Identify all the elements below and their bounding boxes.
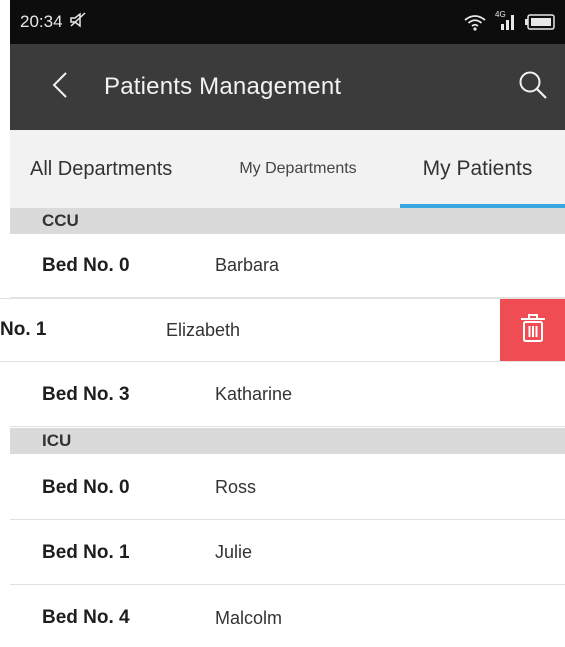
status-bar: 20:34 4G (10, 0, 565, 44)
patient-name: Barbara (215, 255, 280, 275)
department-name: ICU (42, 431, 72, 450)
section-header-ccu: CCU (10, 208, 565, 234)
patient-name: Elizabeth (166, 319, 241, 340)
tab-my-patients[interactable]: My Patients (390, 130, 565, 208)
status-left: 20:34 (20, 11, 87, 34)
network-type-label: 4G (495, 10, 506, 19)
department-name: CCU (42, 211, 79, 230)
bed-number: No. 1 (0, 319, 47, 340)
tab-my-departments[interactable]: My Departments (206, 130, 390, 208)
tab-label: My Patients (422, 157, 533, 180)
patient-row-swiped[interactable]: No. 1 Elizabeth (0, 298, 565, 362)
tab-label: My Departments (239, 160, 357, 177)
patient-name: Malcolm (215, 607, 283, 628)
mute-icon (69, 11, 87, 34)
back-arrow-icon (52, 71, 68, 104)
tab-label: All Departments (30, 157, 173, 180)
patient-row[interactable]: Bed No. 4 Malcolm (10, 586, 565, 647)
search-button[interactable] (501, 44, 565, 130)
trash-icon (520, 313, 546, 348)
bed-number: Bed No. 3 (42, 383, 130, 405)
status-time: 20:34 (20, 12, 63, 31)
page-title: Patients Management (104, 73, 342, 100)
tab-bar: All Departments My Departments My Patien… (10, 130, 565, 208)
patient-row[interactable]: Bed No. 0 Barbara (10, 234, 565, 298)
section-header-icu: ICU (10, 428, 565, 454)
bed-number: Bed No. 4 (42, 607, 130, 628)
patient-name: Katharine (215, 384, 293, 404)
wifi-icon (463, 13, 487, 31)
bed-number: Bed No. 0 (42, 476, 130, 498)
search-icon (518, 70, 548, 105)
patient-row[interactable]: Bed No. 1 Julie (10, 521, 565, 585)
status-right: 4G (463, 10, 555, 31)
battery-icon (525, 14, 555, 30)
bed-number: Bed No. 0 (42, 254, 130, 276)
back-button[interactable] (30, 44, 90, 130)
delete-button[interactable] (500, 299, 565, 361)
patient-name: Ross (215, 477, 257, 497)
patient-row[interactable]: Bed No. 0 Ross (10, 456, 565, 520)
app-bar: Patients Management (10, 44, 565, 130)
patient-name: Julie (215, 542, 253, 562)
patient-row[interactable]: Bed No. 3 Katharine (10, 363, 565, 427)
bed-number: Bed No. 1 (42, 541, 130, 563)
signal-icon: 4G (495, 10, 517, 31)
tab-all-departments[interactable]: All Departments (10, 130, 206, 208)
